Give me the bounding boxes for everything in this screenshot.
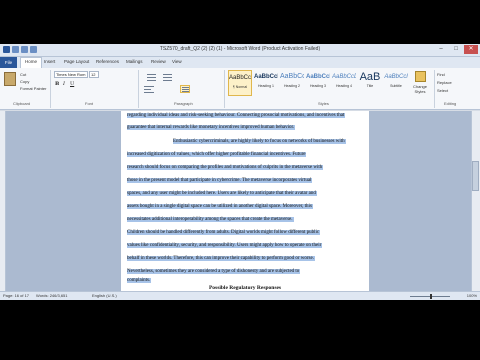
tab-view[interactable]: View [172,59,182,64]
style-sample: AaBbCcDc [254,74,278,80]
save-icon[interactable] [12,46,19,53]
document-line: necessitates additional interoperability… [127,217,294,222]
window-title: TSZ570_draft_Q2 (2) (2) (1) - Microsoft … [159,46,321,52]
paste-button[interactable] [4,72,16,86]
style-sample: AaBbCc [280,73,304,80]
tab-references[interactable]: References [96,59,119,64]
status-bar: Page: 16 of 17 Words: 246/3,651 English … [0,291,480,300]
styles-group-label: Styles [318,101,329,106]
document-line: values like confidentiality, security, a… [127,243,323,248]
tab-home[interactable]: Home [20,57,43,68]
underline-button[interactable]: U [70,81,74,87]
document-page[interactable]: regarding individual ideas and risk-seek… [121,111,369,291]
document-area: regarding individual ideas and risk-seek… [0,111,480,291]
change-styles-label: Change Styles [412,84,427,94]
style-name: Title [366,84,374,88]
word-count[interactable]: Words: 246/3,651 [36,293,68,298]
copy-button[interactable]: Copy [20,79,29,84]
style-name: Subtitle [390,84,402,88]
vertical-scrollbar[interactable] [471,111,480,291]
minimize-button[interactable]: – [434,45,448,54]
select-button[interactable]: Select [437,88,448,93]
font-group-label: Font [85,101,94,106]
style-name: ¶ Normal [232,85,248,89]
format-painter-button[interactable]: Format Painter [20,86,46,91]
undo-icon[interactable] [21,46,28,53]
style-title[interactable]: AaB Title [358,70,382,96]
style-name: Heading 3 [310,84,326,88]
align-left-button[interactable] [144,85,154,93]
group-divider [434,70,435,108]
tab-page-layout[interactable]: Page Layout [64,59,89,64]
group-divider [224,70,225,108]
redo-icon[interactable] [30,46,37,53]
bullets-button[interactable] [144,73,156,81]
editing-group-label: Editing [444,101,457,106]
document-line: research should focus on comparing the p… [127,165,324,170]
style-normal[interactable]: AaBbCcDc ¶ Normal [228,70,252,96]
bold-button[interactable]: B [55,81,59,87]
style-name: Heading 2 [284,84,300,88]
style-sample: AaB [359,71,381,83]
document-line: Nevertheless, sometimes they are conside… [127,269,301,274]
replace-button[interactable]: Replace [437,80,452,85]
style-name: Heading 4 [336,84,352,88]
ribbon-tabs: File Home Insert Page Layout References … [0,57,480,68]
style-sample: AaBbCcl [384,74,408,80]
style-sample: AaBbCcI [306,74,330,80]
group-divider [138,70,139,108]
cut-button[interactable]: Cut [20,72,26,77]
font-size-select[interactable]: 12 [89,71,99,78]
paragraph-group-label: Paragraph [174,101,193,106]
zoom-slider-knob[interactable] [430,294,432,299]
style-sample: AaBbCcDc [229,75,251,81]
document-line: assets bought in a single digital space … [127,204,313,209]
style-heading-3[interactable]: AaBbCcI Heading 3 [306,70,330,96]
document-line: increased digitization of values, which … [127,152,307,157]
find-button[interactable]: Find [437,72,445,77]
tab-file[interactable]: File [0,57,17,68]
tab-review[interactable]: Review [151,59,166,64]
document-line: spaces, and any user might be included h… [127,191,317,196]
language[interactable]: English (U.S.) [92,293,117,298]
style-heading-2[interactable]: AaBbCc Heading 2 [280,70,304,96]
style-sample: AaBbCcD [332,74,356,80]
tab-insert[interactable]: Insert [44,59,55,64]
tab-mailings[interactable]: Mailings [126,59,143,64]
document-line: behalf in these worlds. Therefore, this … [127,256,315,261]
close-button[interactable]: ✕ [464,45,478,54]
numbering-button[interactable] [160,73,172,81]
style-name: Heading 1 [258,84,274,88]
group-divider [50,70,51,108]
scroll-thumb[interactable] [472,161,479,191]
change-styles-icon [414,71,426,82]
word-logo-icon [3,46,10,53]
quick-access-toolbar [3,46,37,53]
window-controls: – □ ✕ [434,45,478,54]
document-line: complaints. [127,278,152,283]
change-styles-button[interactable]: Change Styles [409,70,431,94]
document-line: Children should be handled differently f… [127,230,321,235]
style-subtitle[interactable]: AaBbCcl Subtitle [384,70,408,96]
maximize-button[interactable]: □ [449,45,463,54]
document-line: regarding individual ideas and risk-seek… [127,113,346,118]
zoom-level[interactable]: 100% [467,293,477,298]
title-bar: TSZ570_draft_Q2 (2) (2) (1) - Microsoft … [0,44,480,57]
italic-button[interactable]: I [63,81,65,87]
justify-button[interactable] [180,85,190,93]
vertical-ruler [0,111,6,291]
ribbon: Cut Copy Format Painter Clipboard Times … [0,68,480,110]
word-window: TSZ570_draft_Q2 (2) (2) (1) - Microsoft … [0,44,480,300]
style-heading-1[interactable]: AaBbCcDc Heading 1 [254,70,278,96]
page-count[interactable]: Page: 16 of 17 [3,293,29,298]
style-heading-4[interactable]: AaBbCcD Heading 4 [332,70,356,96]
font-family-select[interactable]: Times New Rom [54,71,88,78]
document-line: guarantee that internal rewards like mon… [127,125,296,130]
document-line: those in the present model that particip… [127,178,313,183]
document-line: Enthusiastic cybercriminals, are highly … [173,139,346,144]
clipboard-group-label: Clipboard [13,101,31,106]
